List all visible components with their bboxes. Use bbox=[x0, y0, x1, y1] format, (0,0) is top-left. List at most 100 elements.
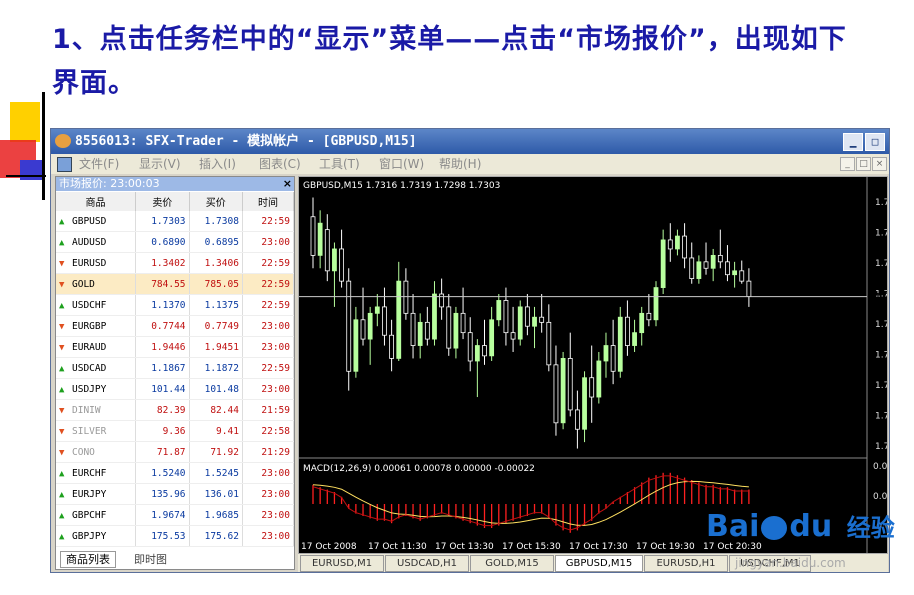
arrow-up-icon: ▲ bbox=[59, 384, 65, 395]
quote-ask: 1.1375 bbox=[189, 294, 243, 316]
window-title: 8556013: SFX-Trader - 模拟帐户 - [GBPUSD,M15… bbox=[75, 134, 417, 149]
quote-symbol: AUDUSD bbox=[72, 236, 107, 248]
candle-body bbox=[432, 293, 437, 340]
candle-body bbox=[696, 261, 702, 279]
chart-tab[interactable]: EURUSD,H1 bbox=[644, 555, 728, 572]
macd-tick-label: 0.00 bbox=[873, 492, 887, 502]
chart-tab[interactable]: GOLD,M15 bbox=[470, 555, 554, 572]
quote-row[interactable]: ▼ EURUSD 1.3402 1.3406 22:59 bbox=[56, 252, 295, 274]
quote-row[interactable]: ▲ USDJPY 101.44 101.48 23:00 bbox=[56, 378, 295, 400]
candle-body bbox=[682, 235, 687, 259]
quote-row[interactable]: ▼ GOLD 784.55 785.05 22:59 bbox=[56, 273, 295, 295]
quote-row[interactable]: ▼ EURAUD 1.9446 1.9451 23:00 bbox=[56, 336, 295, 358]
candle-body bbox=[396, 280, 402, 359]
maximize-button[interactable]: □ bbox=[865, 133, 885, 151]
quote-symbol: EURAUD bbox=[72, 341, 107, 353]
minimize-button[interactable]: ▁ bbox=[843, 133, 863, 151]
candle-body bbox=[732, 270, 738, 276]
candle-body bbox=[417, 321, 423, 346]
price-tick-label: 1.7 bbox=[875, 412, 887, 422]
quote-row[interactable]: ▼ DINIW 82.39 82.44 21:59 bbox=[56, 399, 295, 421]
candle-body bbox=[439, 293, 445, 308]
window-titlebar[interactable]: 8556013: SFX-Trader - 模拟帐户 - [GBPUSD,M15… bbox=[51, 129, 889, 154]
quote-ask: 9.41 bbox=[189, 420, 243, 442]
candle-body bbox=[467, 332, 473, 362]
chart-tab[interactable]: EURUSD,M1 bbox=[300, 555, 384, 572]
quote-row[interactable]: ▲ EURJPY 135.96 136.01 23:00 bbox=[56, 483, 295, 505]
menu-view[interactable]: 显示(V) bbox=[139, 154, 181, 174]
watermark-url: jingyan.baidu.com bbox=[735, 556, 846, 570]
menu-window[interactable]: 窗口(W) bbox=[379, 154, 424, 174]
chart-tab[interactable]: GBPUSD,M15 bbox=[555, 555, 643, 572]
quote-bid: 1.1867 bbox=[135, 357, 190, 379]
candle-body bbox=[367, 312, 373, 340]
price-tick-label: 1.7 bbox=[875, 442, 887, 452]
candle-body bbox=[610, 345, 616, 372]
quote-bid: 135.96 bbox=[135, 483, 190, 505]
doc-maximize-button[interactable]: □ bbox=[856, 157, 871, 171]
quote-ask: 785.05 bbox=[189, 273, 243, 295]
time-axis-label: 17 Oct 13:30 bbox=[435, 542, 494, 552]
menu-bar: 文件(F) 显示(V) 插入(I) 图表(C) 工具(T) 窗口(W) 帮助(H… bbox=[51, 154, 889, 174]
quote-row[interactable]: ▼ CONO 71.87 71.92 21:29 bbox=[56, 441, 295, 463]
quote-symbol: GBPCHF bbox=[72, 509, 107, 521]
quote-row[interactable]: ▲ EURCHF 1.5240 1.5245 23:00 bbox=[56, 462, 295, 484]
header-symbol[interactable]: 商品 bbox=[56, 192, 137, 211]
candle-body bbox=[703, 261, 709, 269]
current-price-label: 1.7 bbox=[875, 293, 887, 303]
quote-row[interactable]: ▲ GBPCHF 1.9674 1.9685 23:00 bbox=[56, 504, 295, 526]
quote-symbol: DINIW bbox=[72, 404, 101, 416]
market-watch-panel: 市场报价: 23:00:03 × 商品 卖价 买价 时间 ▲ GBPUSD 1.73… bbox=[55, 176, 295, 570]
price-chart[interactable]: 1.71.71.71.71.71.71.71.71.71.7GBPUSD,M15… bbox=[299, 177, 889, 553]
chart-window[interactable]: 1.71.71.71.71.71.71.71.71.71.7GBPUSD,M15… bbox=[298, 176, 889, 554]
quote-bid: 71.87 bbox=[135, 441, 190, 463]
candle-body bbox=[374, 306, 380, 314]
candle-body bbox=[574, 409, 580, 430]
chart-tab[interactable]: USDCAD,H1 bbox=[385, 555, 469, 572]
candle-body bbox=[660, 239, 666, 288]
candle-body bbox=[382, 306, 387, 336]
quote-ask: 136.01 bbox=[189, 483, 243, 505]
candle-body bbox=[410, 312, 416, 346]
quote-symbol-cell: ▼ GOLD bbox=[56, 273, 137, 295]
arrow-down-icon: ▼ bbox=[59, 405, 65, 416]
menu-insert[interactable]: 插入(I) bbox=[199, 154, 236, 174]
quote-ask: 1.9685 bbox=[189, 504, 243, 526]
paw-icon bbox=[761, 515, 788, 540]
menu-tools[interactable]: 工具(T) bbox=[319, 154, 360, 174]
menu-help[interactable]: 帮助(H) bbox=[439, 154, 481, 174]
quote-row[interactable]: ▲ AUDUSD 0.6890 0.6895 23:00 bbox=[56, 231, 295, 253]
time-axis-label: 17 Oct 11:30 bbox=[368, 542, 427, 552]
arrow-up-icon: ▲ bbox=[59, 468, 65, 479]
quote-row[interactable]: ▲ USDCHF 1.1370 1.1375 22:59 bbox=[56, 294, 295, 316]
header-bid[interactable]: 卖价 bbox=[135, 192, 190, 211]
market-watch-title: 市场报价: 23:00:03 bbox=[59, 177, 160, 190]
candle-body bbox=[532, 316, 537, 327]
arrow-down-icon: ▼ bbox=[59, 321, 65, 332]
quote-symbol-cell: ▼ EURAUD bbox=[56, 336, 137, 358]
header-time[interactable]: 时间 bbox=[242, 192, 295, 211]
quote-symbol-cell: ▲ USDJPY bbox=[56, 378, 137, 400]
doc-close-button[interactable]: × bbox=[872, 157, 887, 171]
candle-body bbox=[675, 235, 680, 250]
menu-file[interactable]: 文件(F) bbox=[79, 154, 119, 174]
market-watch-close-button[interactable]: × bbox=[283, 177, 292, 191]
quote-ask: 1.1872 bbox=[189, 357, 243, 379]
arrow-up-icon: ▲ bbox=[59, 300, 65, 311]
quote-row[interactable]: ▼ SILVER 9.36 9.41 22:58 bbox=[56, 420, 295, 442]
quote-row[interactable]: ▲ USDCAD 1.1867 1.1872 22:59 bbox=[56, 357, 295, 379]
menu-charts[interactable]: 图表(C) bbox=[259, 154, 301, 174]
quote-bid: 784.55 bbox=[135, 273, 190, 295]
quote-symbol-cell: ▲ USDCHF bbox=[56, 294, 137, 316]
quote-row[interactable]: ▲ GBPJPY 175.53 175.62 23:00 bbox=[56, 525, 295, 547]
doc-minimize-button[interactable]: _ bbox=[840, 157, 855, 171]
candle-body bbox=[489, 319, 495, 357]
quote-row[interactable]: ▲ GBPUSD 1.7303 1.7308 22:59 bbox=[56, 211, 295, 232]
heading-line-1: 1、点击任务栏中的“显示”菜单——点击“市场报价”，出现如下 bbox=[52, 24, 847, 55]
heading-line-2: 界面。 bbox=[52, 68, 136, 99]
tab-tick-chart[interactable]: 即时图 bbox=[128, 551, 173, 568]
quote-symbol: SILVER bbox=[72, 425, 107, 437]
tab-symbols[interactable]: 商品列表 bbox=[60, 551, 116, 568]
quote-row[interactable]: ▼ EURGBP 0.7744 0.7749 23:00 bbox=[56, 315, 295, 337]
header-ask[interactable]: 买价 bbox=[189, 192, 243, 211]
